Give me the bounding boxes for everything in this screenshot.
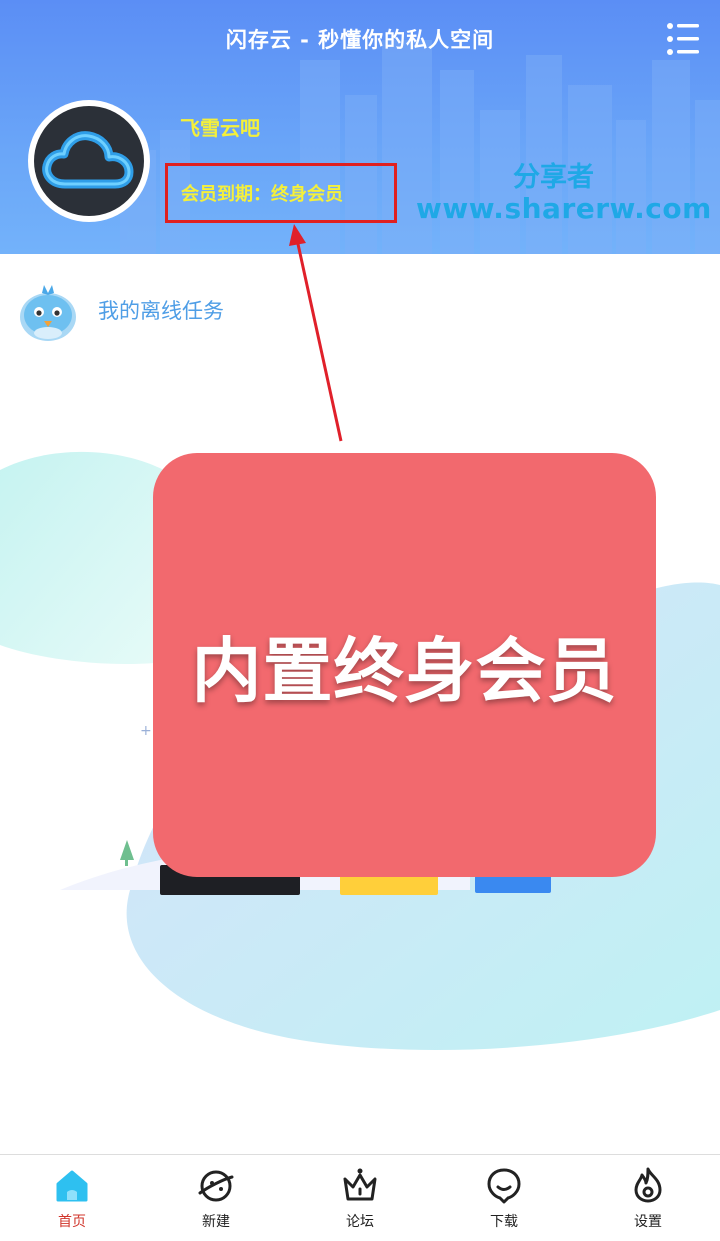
watermark-name: 分享者 xyxy=(513,162,594,193)
avatar[interactable] xyxy=(28,100,150,222)
home-icon xyxy=(56,1170,88,1202)
bird-icon xyxy=(20,285,76,341)
cloud-logo-icon xyxy=(42,131,134,189)
app-title: 闪存云 - 秒懂你的私人空间 xyxy=(225,28,495,52)
profile-header: 闪存云 - 秒懂你的私人空间 飞雪云吧 会员到期：终身会员 分享者 www.sh… xyxy=(0,0,720,254)
nav-label-home: 首页 xyxy=(58,1214,86,1230)
flame-settings-icon xyxy=(634,1167,662,1203)
nav-label-download: 下载 xyxy=(490,1214,518,1230)
nav-label-settings: 设置 xyxy=(634,1214,662,1230)
offline-task-entry[interactable]: 我的离线任务 xyxy=(18,276,224,344)
nav-item-forum[interactable]: 论坛 xyxy=(288,1155,432,1241)
overlay-text: 内置终身会员 xyxy=(191,629,618,712)
nav-item-home[interactable]: 首页 xyxy=(0,1155,144,1241)
planet-icon xyxy=(198,1170,234,1202)
bottom-nav: 首页 新建 论坛 下载 设置 xyxy=(0,1154,720,1241)
watermark-url: www.sharerw.com xyxy=(416,192,712,225)
member-status-text: 会员到期：终身会员 xyxy=(181,184,343,205)
menu-button[interactable] xyxy=(664,20,702,58)
nav-label-new: 新建 xyxy=(202,1214,230,1230)
promo-overlay-card: 内置终身会员 xyxy=(153,453,656,877)
member-status-box: 会员到期：终身会员 xyxy=(165,163,397,223)
download-face-icon xyxy=(487,1168,521,1204)
nav-label-forum: 论坛 xyxy=(346,1214,374,1230)
nav-item-download[interactable]: 下载 xyxy=(432,1155,576,1241)
username: 飞雪云吧 xyxy=(180,116,260,140)
nav-item-new[interactable]: 新建 xyxy=(144,1155,288,1241)
offline-task-label: 我的离线任务 xyxy=(98,299,224,323)
nav-item-settings[interactable]: 设置 xyxy=(576,1155,720,1241)
list-menu-icon xyxy=(667,23,699,55)
svg-text:+: + xyxy=(140,723,152,739)
crown-icon xyxy=(343,1168,377,1201)
